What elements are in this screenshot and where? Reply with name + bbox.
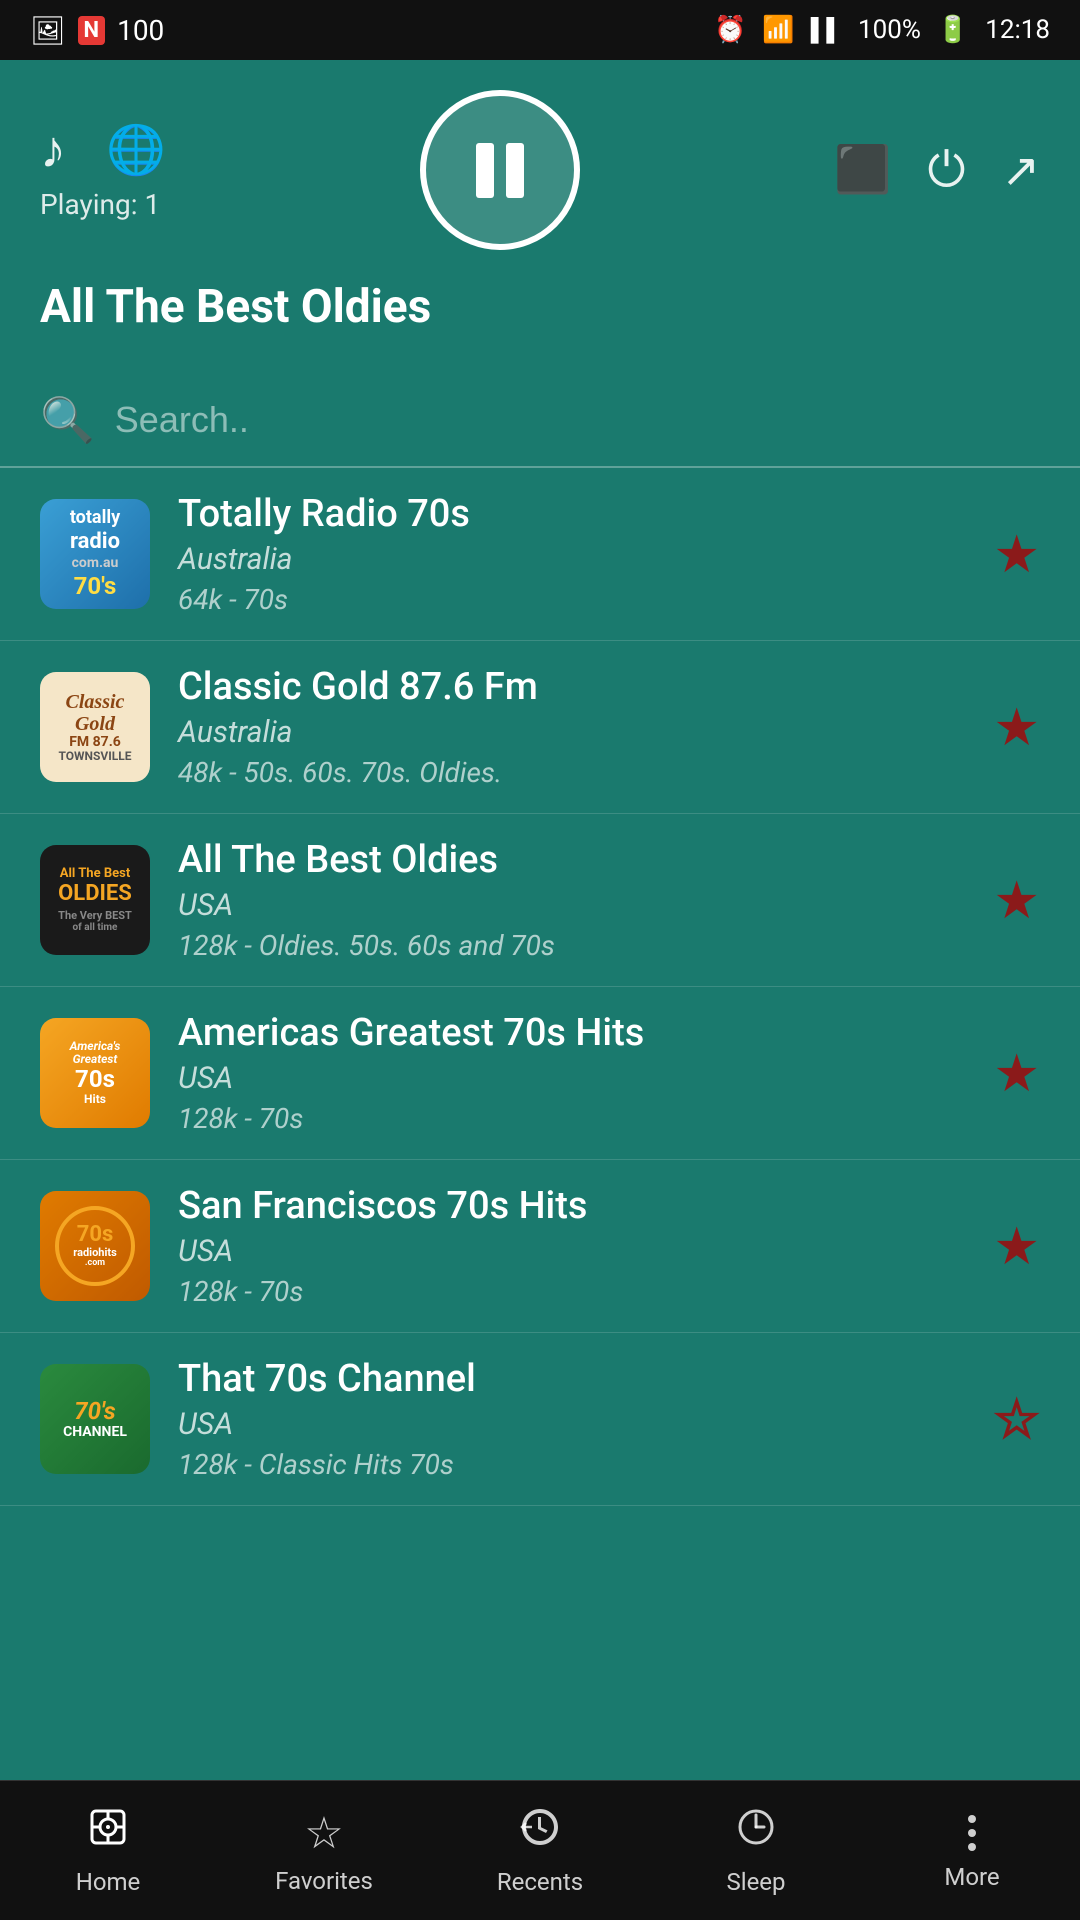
station-item[interactable]: America's Greatest 70s Hits Americas Gre… (0, 987, 1080, 1160)
pause-button[interactable] (420, 90, 580, 250)
battery-label: 100% (858, 15, 921, 45)
station-title: All The Best Oldies (40, 270, 1040, 354)
left-controls: ♪ 🌐 Playing: 1 (40, 119, 166, 221)
nav-label-favorites: Favorites (275, 1867, 373, 1895)
photo-icon: 🖼 (30, 14, 66, 47)
favorite-star[interactable]: ★ (993, 1216, 1040, 1277)
station-details: 128k - Oldies. 50s. 60s and 70s (178, 929, 965, 962)
nav-label-more: More (944, 1863, 999, 1891)
nav-item-more[interactable]: More (864, 1811, 1080, 1891)
home-icon (86, 1805, 130, 1860)
station-logo: 70's CHANNEL (40, 1364, 150, 1474)
bottom-nav: Home ☆ Favorites Recents Sleep (0, 1780, 1080, 1920)
station-details: 128k - 70s (178, 1275, 965, 1308)
pause-bar-left (476, 143, 494, 198)
nav-label-recents: Recents (497, 1868, 583, 1896)
nav-item-home[interactable]: Home (0, 1805, 216, 1896)
search-input[interactable] (115, 399, 1040, 441)
battery-icon: 🔋 (937, 15, 969, 45)
station-list: totally radio com.au 70's Totally Radio … (0, 468, 1080, 1506)
station-logo: All The Best OLDIES The Very BEST of all… (40, 845, 150, 955)
station-info: San Franciscos 70s Hits USA 128k - 70s (178, 1184, 965, 1308)
nav-item-recents[interactable]: Recents (432, 1805, 648, 1896)
favorite-star[interactable]: ★ (993, 697, 1040, 758)
station-logo: 70s radiohits .com (40, 1191, 150, 1301)
playing-label: Playing: 1 (40, 188, 160, 221)
station-info: Totally Radio 70s Australia 64k - 70s (178, 492, 965, 616)
status-bar: 🖼 N 12:18 100 ⏰ 📶 ▌▌ 100% 🔋 12:18 (0, 0, 1080, 60)
station-name: All The Best Oldies (178, 838, 965, 882)
carrier-number: 100 (117, 14, 164, 47)
signal-icon: ▌▌ (811, 17, 842, 43)
station-item[interactable]: Classic Gold FM 87.6 TOWNSVILLE Classic … (0, 641, 1080, 814)
search-bar[interactable]: 🔍 (0, 374, 1080, 468)
station-country: Australia (178, 542, 965, 577)
station-country: USA (178, 1061, 965, 1096)
station-logo: Classic Gold FM 87.6 TOWNSVILLE (40, 672, 150, 782)
right-controls: ⬛ ⏻ ↗ (834, 141, 1040, 199)
search-icon: 🔍 (40, 394, 95, 446)
favorite-star[interactable]: ★ (993, 870, 1040, 931)
station-details: 64k - 70s (178, 583, 965, 616)
station-country: Australia (178, 715, 965, 750)
station-name: San Franciscos 70s Hits (178, 1184, 965, 1228)
wifi-icon: 📶 (762, 15, 794, 45)
station-item[interactable]: 70s radiohits .com San Franciscos 70s Hi… (0, 1160, 1080, 1333)
station-name: Classic Gold 87.6 Fm (178, 665, 965, 709)
recents-icon (518, 1805, 562, 1860)
nav-item-sleep[interactable]: Sleep (648, 1805, 864, 1896)
station-name: That 70s Channel (178, 1357, 965, 1401)
station-logo: totally radio com.au 70's (40, 499, 150, 609)
player-controls: ♪ 🌐 Playing: 1 ⬛ ⏻ ↗ (40, 90, 1040, 250)
station-name: Americas Greatest 70s Hits (178, 1011, 965, 1055)
more-icon (968, 1811, 976, 1855)
alarm-icon: ⏰ (714, 15, 746, 45)
time-label: 12:18 (985, 15, 1050, 45)
main-content: ♪ 🌐 Playing: 1 ⬛ ⏻ ↗ All The Best Oldies (0, 60, 1080, 1780)
station-country: USA (178, 888, 965, 923)
favorite-star[interactable]: ☆ (993, 1389, 1040, 1450)
station-item[interactable]: 70's CHANNEL That 70s Channel USA 128k -… (0, 1333, 1080, 1506)
share-icon[interactable]: ↗ (1001, 143, 1040, 198)
station-country: USA (178, 1407, 965, 1442)
station-logo: America's Greatest 70s Hits (40, 1018, 150, 1128)
player-area: ♪ 🌐 Playing: 1 ⬛ ⏻ ↗ All The Best Oldies (0, 60, 1080, 374)
music-note-icon[interactable]: ♪ (40, 119, 66, 180)
station-info: That 70s Channel USA 128k - Classic Hits… (178, 1357, 965, 1481)
station-details: 48k - 50s. 60s. 70s. Oldies. (178, 756, 965, 789)
nav-label-sleep: Sleep (726, 1868, 785, 1896)
station-info: All The Best Oldies USA 128k - Oldies. 5… (178, 838, 965, 962)
app-icon: N (78, 16, 106, 45)
left-icons: ♪ 🌐 (40, 119, 166, 180)
pause-icon (476, 143, 524, 198)
station-item[interactable]: totally radio com.au 70's Totally Radio … (0, 468, 1080, 641)
station-country: USA (178, 1234, 965, 1269)
favorites-icon: ☆ (304, 1807, 343, 1859)
nav-label-home: Home (76, 1868, 141, 1896)
status-left: 🖼 N 12:18 100 (30, 14, 164, 47)
status-right: ⏰ 📶 ▌▌ 100% 🔋 12:18 (714, 15, 1050, 45)
power-icon[interactable]: ⏻ (927, 141, 965, 199)
station-info: Americas Greatest 70s Hits USA 128k - 70… (178, 1011, 965, 1135)
station-item[interactable]: All The Best OLDIES The Very BEST of all… (0, 814, 1080, 987)
stop-icon[interactable]: ⬛ (834, 143, 891, 197)
station-info: Classic Gold 87.6 Fm Australia 48k - 50s… (178, 665, 965, 789)
favorite-star[interactable]: ★ (993, 1043, 1040, 1104)
globe-icon[interactable]: 🌐 (106, 121, 166, 178)
station-details: 128k - 70s (178, 1102, 965, 1135)
station-details: 128k - Classic Hits 70s (178, 1448, 965, 1481)
station-name: Totally Radio 70s (178, 492, 965, 536)
nav-item-favorites[interactable]: ☆ Favorites (216, 1807, 432, 1895)
favorite-star[interactable]: ★ (993, 524, 1040, 585)
sleep-icon (734, 1805, 778, 1860)
pause-bar-right (506, 143, 524, 198)
